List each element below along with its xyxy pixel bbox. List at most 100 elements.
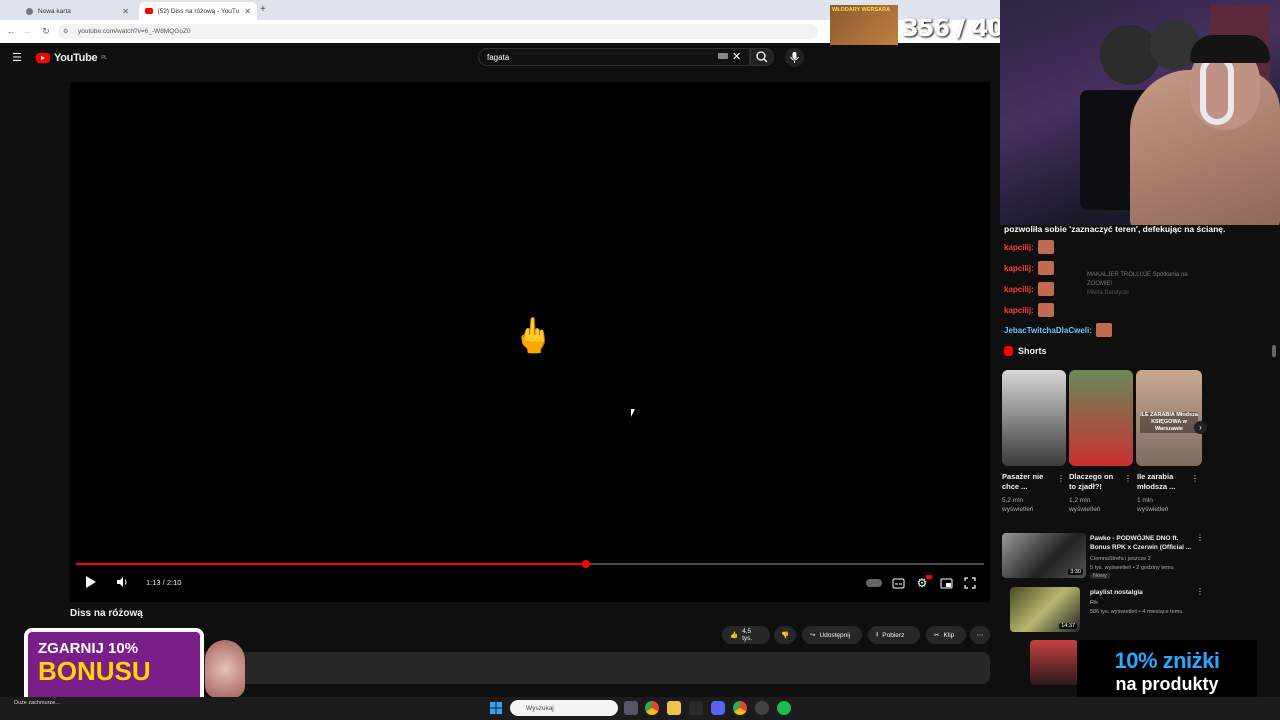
new-tab-button[interactable]: + [260,4,266,15]
tab-new-tab[interactable]: Nowa karta ✕ [20,2,135,20]
weather-widget[interactable]: Duże zachmurze... [14,700,60,706]
task-view-icon[interactable] [624,701,638,715]
bonus-line1: ZGARNIJ 10% [38,640,139,657]
more-vertical-icon[interactable]: ⋮ [1057,474,1065,483]
more-vertical-icon[interactable]: ⋮ [1124,474,1132,483]
clip-button[interactable]: ✂ Klip [926,626,966,644]
clear-search-icon[interactable]: ✕ [732,50,741,63]
short-title[interactable]: Dlaczego on to zjadł?! [1069,472,1121,492]
subtitles-button[interactable] [890,575,906,591]
voice-search-button[interactable] [785,48,804,67]
rec-thumbnail[interactable]: 3:30 [1002,533,1086,578]
faded-rec-item[interactable]: MAKALJER TROLLUJE Spotkania na ZOOMIE! M… [1087,271,1197,298]
sidebar-scrollbar[interactable] [1272,345,1276,357]
subtitles-icon [892,578,904,588]
rec-duration: 3:30 [1068,569,1083,575]
like-button[interactable]: 👍 4,5 tys. [722,626,770,644]
rec-title[interactable]: Pawko - PODWÓJNE DNO ft. Bonus RPK x Cze… [1090,534,1200,552]
taskbar-search-text: Wyszukaj [526,704,554,712]
youtube-logo[interactable]: YouTube PL [36,52,107,64]
back-arrow-icon[interactable]: ← [4,24,18,38]
rec-thumbnail[interactable] [1030,640,1078,685]
search-input[interactable]: fagata [478,48,750,66]
progress-scrubber[interactable] [581,560,590,568]
settings-button[interactable]: ⚙ [914,575,932,591]
chat-username: kapcilij: [1004,284,1034,294]
hamburger-menu-icon[interactable]: ☰ [12,51,22,64]
chat-message: kapcilij: [1004,240,1054,254]
tab-youtube[interactable]: (52) Diss na różową - YouTu... ✕ [139,2,257,20]
file-explorer-icon[interactable] [667,701,681,715]
time-display: 1:13 / 2:10 [146,578,182,587]
dislike-button[interactable]: 👎 [774,626,796,644]
autoplay-toggle[interactable] [866,579,882,587]
promo-line2: na produkty [1115,674,1219,694]
rec-channel: CiemnaStrefa i jeszcze 2 [1090,556,1151,562]
bonus-overlay: ZGARNIJ 10% BONUSU [24,628,204,706]
share-button[interactable]: ↪ Udostępnij [802,626,862,644]
video-frame-emoji: 🖕 [512,317,555,355]
chrome-icon [26,7,33,15]
obs-icon[interactable] [755,701,769,715]
chrome-icon[interactable] [733,701,747,715]
url-field[interactable]: youtube.com/watch?v=6_-W8MQGoZ0 [58,24,818,39]
tab-label: (52) Diss na różową - YouTu... [157,7,240,15]
headphones [1200,55,1234,125]
rec-meta: 586 tys. wyświetleń • 4 miesiące temu [1090,609,1183,615]
app-icon[interactable] [689,701,703,715]
country-code: PL [101,55,107,61]
chat-emote [1037,240,1054,254]
keyboard-icon[interactable] [718,53,728,59]
chat-header-text: pozwoliła sobie 'zaznaczyć teren', defek… [1004,224,1226,234]
taskbar-search[interactable]: Wyszukaj [510,700,618,716]
youtube-play-logo-icon [36,53,50,63]
shorts-next-button[interactable]: › [1194,421,1207,434]
fullscreen-button[interactable] [962,575,978,591]
close-tab-icon[interactable]: ✕ [122,7,129,16]
chat-username: kapcilij: [1004,305,1034,315]
windows-start-icon[interactable] [489,701,503,715]
faded-rec-title: MAKALJER TROLLUJE Spotkania na ZOOMIE! [1087,272,1188,287]
url-text: youtube.com/watch?v=6_-W8MQGoZ0 [78,28,191,35]
miniplayer-button[interactable] [938,575,954,591]
hd-badge [926,575,932,579]
download-label: Pobierz [882,631,905,639]
video-title: Diss na różową [70,608,143,619]
youtube-logo-text: YouTube [54,52,98,64]
windows-logo-icon [490,702,502,714]
search-button[interactable] [750,48,774,66]
short-thumbnail[interactable] [1002,370,1066,466]
chat-emote [1037,261,1054,275]
site-info-icon[interactable]: ⚙ [63,28,68,35]
webcam-overlay [1000,0,1280,225]
reload-icon[interactable]: ↻ [39,24,53,38]
short-title[interactable]: Pasażer nie chce ... [1002,472,1054,492]
close-tab-icon[interactable]: ✕ [244,7,251,16]
short-thumbnail[interactable]: ILE ZARABIA Młodsza KSIĘGOWA w Warszawie [1136,370,1202,466]
rec-title[interactable]: playlist nostalgia [1090,588,1200,597]
download-button[interactable]: ⭳ Pobierz [868,626,920,644]
more-vertical-icon[interactable]: ⋮ [1196,587,1204,596]
taskbar [0,697,1280,720]
discord-icon[interactable] [711,701,725,715]
more-actions-button[interactable]: ⋯ [970,626,990,644]
chat-username: JebacTwitchaDlaCweli: [1004,325,1092,335]
thumbs-up-icon: 👍 [730,632,739,639]
shorts-icon [1004,346,1013,356]
volume-icon [117,577,127,587]
spotify-icon[interactable] [777,701,791,715]
mouse-cursor-icon [631,409,635,417]
play-button[interactable] [82,574,98,590]
more-vertical-icon[interactable]: ⋮ [1196,533,1204,542]
faded-rec-meta: Mikita Bandycki [1087,290,1129,296]
short-thumbnail[interactable] [1069,370,1133,466]
short-title[interactable]: Ile zarabia młodsza ... [1137,472,1189,492]
short-views: 1,2 mln wyświetleń [1069,497,1101,513]
chrome-icon[interactable] [645,701,659,715]
rec-thumbnail[interactable]: 14:37 [1010,587,1080,632]
scissors-icon: ✂ [934,632,940,639]
forward-arrow-icon[interactable]: → [20,24,34,38]
volume-button[interactable] [114,574,130,590]
progress-bar-fill [76,563,586,565]
more-vertical-icon[interactable]: ⋮ [1191,474,1199,483]
